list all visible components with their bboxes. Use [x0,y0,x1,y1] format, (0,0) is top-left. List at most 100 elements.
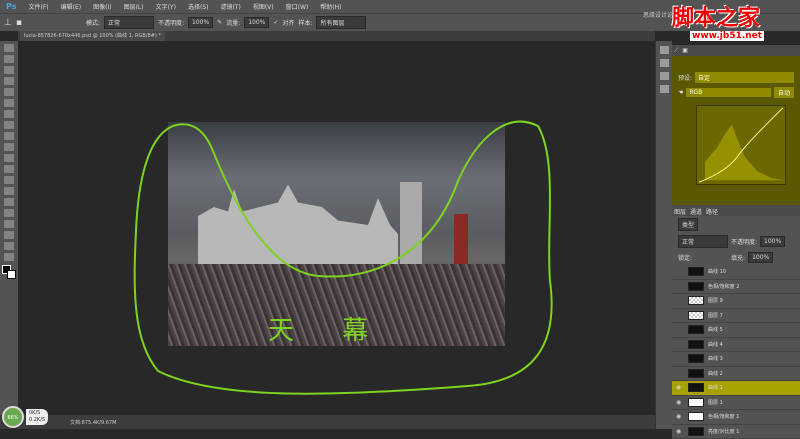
color-swatches[interactable] [2,265,16,281]
network-gauge: 66% [2,406,24,428]
target-adjust-icon[interactable]: ☚ [678,89,683,96]
auto-button[interactable]: 自动 [774,87,794,98]
menu-help[interactable]: 帮助(H) [314,2,347,11]
lasso-tool-icon[interactable] [4,66,14,74]
properties-panel: ⟋ ▣ 预设: 自定 ☚ RGB 自动 [672,45,800,205]
curves-adjust-icon[interactable]: ⟋ [674,47,678,54]
marquee-tool-icon[interactable] [4,55,14,63]
dodge-tool-icon[interactable] [4,187,14,195]
tab-paths[interactable]: 路径 [706,207,718,214]
sample-select[interactable]: 所有图层 [316,16,366,29]
layer-name: 曲线 5 [708,326,723,333]
menu-edit[interactable]: 编辑(E) [55,2,87,11]
layer-name: 曲线 2 [708,370,723,377]
mask-icon[interactable]: ▣ [682,47,688,54]
tab-layers[interactable]: 图层 [674,207,686,214]
quick-select-tool-icon[interactable] [4,77,14,85]
history-panel-icon[interactable] [660,46,669,54]
eraser-tool-icon[interactable] [4,154,14,162]
layer-row[interactable]: ◉ 图层 1 [672,396,800,411]
layer-name: 曲线 1 [708,384,723,391]
info-panel-icon[interactable] [660,72,669,80]
healing-tool-icon[interactable] [4,110,14,118]
curves-graph[interactable] [696,105,786,185]
canvas-area[interactable]: 天 幕 [18,41,655,415]
layer-thumbnail [688,267,704,276]
layer-row[interactable]: 色相/饱和度 2 [672,280,800,295]
hand-tool-icon[interactable] [4,242,14,250]
eyedropper-tool-icon[interactable] [4,99,14,107]
layer-row[interactable]: 曲线 4 [672,338,800,353]
menu-select[interactable]: 选择(S) [182,2,215,11]
layer-row[interactable]: 曲线 10 [672,265,800,280]
layers-panel: 图层 通道 路径 类型 正常 不透明度: 100% 锁定: 填充: 100% 曲… [672,205,800,429]
layer-row[interactable]: ◉ 色相/饱和度 1 [672,410,800,425]
type-tool-icon[interactable] [4,209,14,217]
gradient-tool-icon[interactable] [4,165,14,173]
menu-view[interactable]: 视图(V) [247,2,280,11]
menu-image[interactable]: 图像(I) [87,2,117,11]
flow-input[interactable]: 100% [244,17,269,28]
preset-select[interactable]: 自定 [695,72,794,83]
channel-select[interactable]: RGB [686,88,771,97]
menu-file[interactable]: 文件(F) [22,2,54,11]
layer-thumbnail [688,340,704,349]
annotation-outline [135,122,552,394]
layer-thumbnail [688,398,704,407]
menu-filter[interactable]: 滤镜(T) [214,2,246,11]
mode-select[interactable]: 正常 [104,16,154,29]
layer-row[interactable]: 曲线 2 [672,367,800,382]
actions-panel-icon[interactable] [660,59,669,67]
layer-thumbnail [688,311,704,320]
menu-layer[interactable]: 图层(L) [118,2,150,11]
layer-row[interactable]: 曲线 5 [672,323,800,338]
visibility-eye-icon[interactable]: ◉ [676,384,684,391]
align-checkbox[interactable]: ✓ [273,19,278,26]
layer-opacity-input[interactable]: 100% [760,236,785,247]
network-speed: 0K/S 0.2K/S [26,409,48,425]
layer-name: 图层 7 [708,312,723,319]
layer-name: 图层 1 [708,399,723,406]
brush-preset-icon[interactable]: ▪ [16,18,22,28]
layer-thumbnail [688,383,704,392]
toolbox [0,41,18,415]
visibility-eye-icon[interactable]: ◉ [676,399,684,406]
watermark-logo: 脚本之家 [672,0,760,32]
layer-row[interactable]: 曲线 3 [672,352,800,367]
fill-label: 填充: [731,253,745,262]
mode-label: 模式: [86,18,100,27]
fill-input[interactable]: 100% [748,252,773,263]
opacity-label: 不透明度: [158,18,184,27]
shape-tool-icon[interactable] [4,231,14,239]
airbrush-icon[interactable]: ✎ [217,19,222,26]
flow-label: 流量: [226,18,240,27]
layer-row[interactable]: ◉ 亮度/对比度 1 [672,425,800,439]
layer-row[interactable]: 图层 7 [672,309,800,324]
document-tabbar: lucia-857826-670x446.psd @ 100% (曲线 1, R… [18,31,655,41]
pen-tool-icon[interactable] [4,198,14,206]
blend-mode-select[interactable]: 正常 [678,235,728,248]
lock-label: 锁定: [678,253,692,262]
history-brush-tool-icon[interactable] [4,143,14,151]
upload-speed: 0K/S [29,410,45,417]
menu-window[interactable]: 窗口(W) [280,2,315,11]
stamp-tool-icon[interactable] [4,132,14,140]
stamp-tool-icon[interactable]: ⊥ [4,18,12,28]
character-panel-icon[interactable] [660,85,669,93]
properties-tabs: ⟋ ▣ [672,45,800,56]
visibility-eye-icon[interactable]: ◉ [676,413,684,420]
crop-tool-icon[interactable] [4,88,14,96]
layer-name: 曲线 3 [708,355,723,362]
path-select-tool-icon[interactable] [4,220,14,228]
zoom-tool-icon[interactable] [4,253,14,261]
opacity-input[interactable]: 100% [188,17,213,28]
layer-row[interactable]: 图层 9 [672,294,800,309]
move-tool-icon[interactable] [4,44,14,52]
brush-tool-icon[interactable] [4,121,14,129]
layer-row[interactable]: ◉ 曲线 1 [672,381,800,396]
tab-channels[interactable]: 通道 [690,207,702,214]
kind-filter[interactable]: 类型 [678,218,698,231]
blur-tool-icon[interactable] [4,176,14,184]
document-tab[interactable]: lucia-857826-670x446.psd @ 100% (曲线 1, R… [20,31,165,41]
menu-type[interactable]: 文字(Y) [150,2,182,11]
